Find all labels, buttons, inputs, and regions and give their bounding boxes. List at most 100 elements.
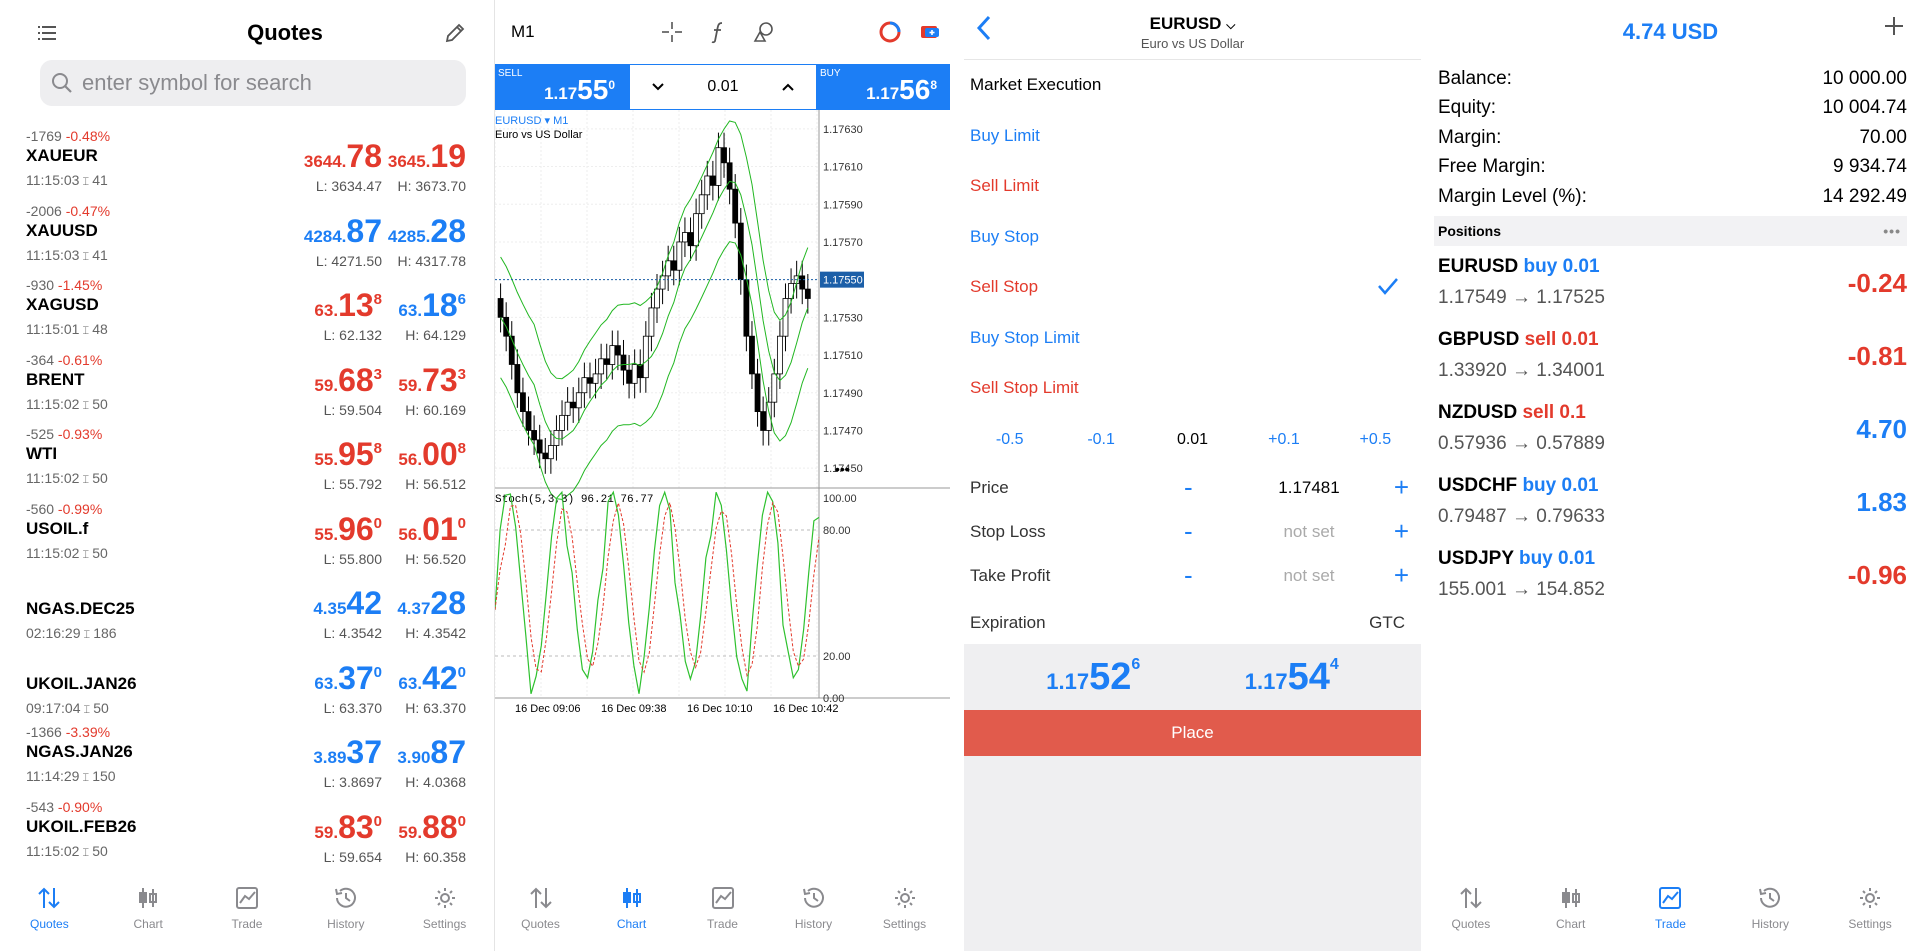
one-click-trading-icon[interactable] (878, 20, 902, 44)
position-title: GBPUSD sell 0.01 (1438, 329, 1599, 351)
tab-chart[interactable]: Chart (108, 885, 188, 951)
order-type-buy-limit[interactable]: Buy Limit (964, 111, 1421, 162)
tab-trade[interactable]: Trade (683, 885, 763, 951)
new-order-icon[interactable] (918, 20, 942, 44)
candle-body (614, 345, 621, 356)
tab-chart[interactable]: Chart (592, 885, 672, 951)
bid-big-digits: 42 (346, 585, 382, 621)
volume-value[interactable]: 0.01 (707, 78, 738, 96)
position-row[interactable]: USDJPY buy 0.01 155.001 → 154.852 -0.96 (1421, 538, 1920, 611)
volume-step[interactable]: +0.5 (1330, 431, 1421, 449)
tp-plus-button[interactable]: + (1394, 560, 1409, 591)
quote-row[interactable]: -1769 -0.48% XAUEUR 11:15:03 ⌶ 41 3644.78 36… (0, 126, 494, 201)
ask-big-digits: 00 (422, 436, 458, 472)
tab-settings[interactable]: Settings (1830, 885, 1910, 951)
tab-settings[interactable]: Settings (865, 885, 945, 951)
quote-row[interactable]: -2006 -0.47% XAUUSD 11:15:03 ⌶ 41 4284.87 42… (0, 201, 494, 276)
quote-high: H: 56.512 (405, 476, 466, 492)
quote-row[interactable]: -1366 -3.39% NGAS.JAN26 11:14:29 ⌶ 150 3.89… (0, 722, 494, 797)
order-type-buy-stop[interactable]: Buy Stop (964, 212, 1421, 263)
indicators-function-icon[interactable] (706, 20, 730, 44)
quote-ask: 4285.28 (388, 213, 466, 250)
tab-bar: Quotes Chart Trade History Settings (0, 869, 494, 951)
expiration-field[interactable]: Expiration GTC (964, 598, 1421, 648)
position-row[interactable]: USDCHF buy 0.01 0.79487 → 0.79633 1.83 (1421, 465, 1920, 538)
symbol-search-input[interactable]: enter symbol for search (40, 60, 466, 106)
tab-history[interactable]: History (306, 885, 386, 951)
tab-history[interactable]: History (1730, 885, 1810, 951)
quote-ask: 63.186 (398, 287, 466, 324)
quote-row[interactable]: -364 -0.61% BRENT 11:15:02 ⌶ 50 59.683 59.73… (0, 350, 494, 425)
take-profit-field: Take Profit - not set + (964, 554, 1421, 598)
volume-step[interactable]: +0.1 (1238, 431, 1329, 449)
place-button[interactable]: Place (964, 710, 1421, 756)
tab-trade[interactable]: Trade (1630, 885, 1710, 951)
price-input[interactable]: 1.17481 (1244, 478, 1374, 498)
tab-quotes[interactable]: Quotes (9, 885, 89, 951)
list-icon[interactable] (38, 25, 56, 41)
price-minus-button[interactable]: - (1184, 472, 1193, 503)
tab-quotes[interactable]: Quotes (1431, 885, 1511, 951)
quote-row[interactable]: -543 -0.90% UKOIL.FEB26 11:15:02 ⌶ 50 59.83… (0, 797, 494, 872)
sl-plus-button[interactable]: + (1394, 516, 1409, 547)
chevron-up-icon[interactable] (781, 82, 795, 92)
change-points: -364 (26, 351, 55, 368)
quote-row[interactable]: NGAS.DEC25 02:16:29 ⌶ 186 4.3542 4.3728 L: 4… (0, 573, 494, 648)
stop-loss-label: Stop Loss (970, 521, 1046, 541)
chart-tab-icon (619, 885, 645, 911)
tab-chart[interactable]: Chart (1531, 885, 1611, 951)
order-type-market-execution[interactable]: Market Execution (964, 60, 1421, 111)
order-symbol-selector[interactable]: EURUSD ⌵ (964, 0, 1421, 34)
take-profit-input[interactable]: not set (1244, 566, 1374, 586)
order-type-sell-limit[interactable]: Sell Limit (964, 161, 1421, 212)
timeframe-button[interactable]: M1 (511, 22, 535, 42)
tab-quotes[interactable]: Quotes (501, 885, 581, 951)
crosshair-icon[interactable] (660, 20, 684, 44)
quote-ask: 4.3728 (397, 585, 466, 622)
volume-step[interactable]: -0.1 (1055, 431, 1146, 449)
account-row: Margin Level (%): 14 292.49 (1421, 182, 1920, 212)
change-points: -2006 (26, 202, 62, 219)
quote-row[interactable]: UKOIL.JAN26 09:17:04 ⌶ 50 63.370 63.420 L: 6… (0, 648, 494, 723)
stop-loss-input[interactable]: not set (1244, 522, 1374, 542)
quote-row[interactable]: -560 -0.99% USOIL.f 11:15:02 ⌶ 50 55.960 56.… (0, 499, 494, 574)
plus-icon[interactable] (1882, 14, 1906, 38)
order-bid-price: 1.17526 (1046, 655, 1141, 698)
time-axis-label: 16 Dec 09:06 (515, 703, 580, 715)
quote-row[interactable]: -525 -0.93% WTI 11:15:02 ⌶ 50 55.958 56.008 L… (0, 424, 494, 499)
position-symbol: USDJPY (1438, 547, 1514, 569)
chevron-down-icon[interactable] (651, 82, 665, 92)
tab-bar: Quotes Chart Trade History Settings (1421, 869, 1920, 951)
quote-bid: 59.830 (314, 809, 382, 846)
spread-icon: ⌶ (80, 703, 94, 716)
position-row[interactable]: NZDUSD sell 0.1 0.57936 → 0.57889 4.70 (1421, 392, 1920, 465)
order-type-sell-stop-limit[interactable]: Sell Stop Limit (964, 363, 1421, 414)
back-chevron-icon[interactable] (976, 14, 992, 42)
order-type-buy-stop-limit[interactable]: Buy Stop Limit (964, 313, 1421, 364)
candle-body (547, 445, 554, 460)
tab-label: Settings (882, 917, 927, 931)
position-row[interactable]: GBPUSD sell 0.01 1.33920 → 1.34001 -0.81 (1421, 319, 1920, 392)
sl-minus-button[interactable]: - (1184, 516, 1193, 547)
position-prices: 0.57936 → 0.57889 (1438, 432, 1605, 454)
quote-row[interactable]: -930 -1.45% XAGUSD 11:15:01 ⌶ 48 63.138 63.1… (0, 275, 494, 350)
bid-prefix: 59. (314, 822, 339, 842)
order-type-sell-stop[interactable]: Sell Stop (964, 262, 1421, 313)
objects-shapes-icon[interactable] (752, 20, 776, 44)
more-dots-icon[interactable]: ••• (1883, 223, 1901, 239)
edit-pencil-icon[interactable] (444, 22, 466, 44)
quote-symbol: XAGUSD (26, 295, 99, 314)
price-chart[interactable]: 1.17630 1.17610 1.17590 1.17570 1.17530 1.175… (495, 110, 950, 880)
quote-ask: 56.008 (398, 436, 466, 473)
buy-button[interactable]: BUY 1.17568 (817, 64, 950, 110)
sell-button[interactable]: SELL 1.17550 (495, 64, 629, 110)
tab-settings[interactable]: Settings (405, 885, 485, 951)
tp-minus-button[interactable]: - (1184, 560, 1193, 591)
volume-step[interactable]: -0.5 (964, 431, 1055, 449)
ask-big-digits: 73 (422, 361, 458, 398)
position-row[interactable]: EURUSD buy 0.01 1.17549 → 1.17525 -0.24 (1421, 246, 1920, 319)
price-plus-button[interactable]: + (1394, 472, 1409, 503)
tab-trade[interactable]: Trade (207, 885, 287, 951)
time-value: 09:17:04 (26, 699, 81, 716)
tab-history[interactable]: History (774, 885, 854, 951)
